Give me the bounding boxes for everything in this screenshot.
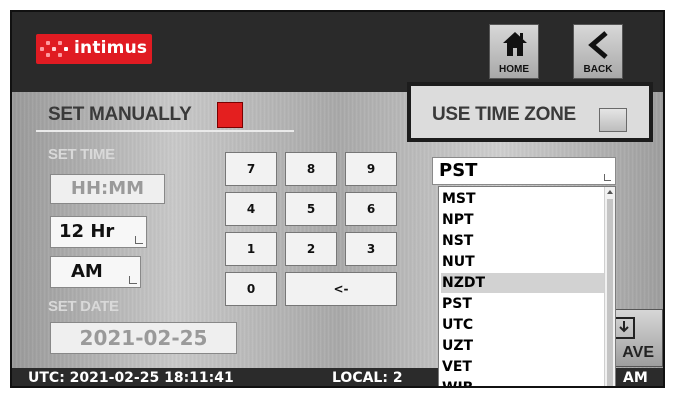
time-zone-option[interactable]: VET xyxy=(441,357,605,377)
keypad-key-9[interactable]: 9 xyxy=(345,152,397,186)
set-manually-checkbox[interactable] xyxy=(217,102,243,128)
keypad-key-6[interactable]: 6 xyxy=(345,192,397,226)
keypad-key-5[interactable]: 5 xyxy=(285,192,337,226)
scroll-up-icon[interactable] xyxy=(607,190,613,194)
logo-text: intimus xyxy=(74,38,148,58)
time-zone-option[interactable]: UZT xyxy=(441,336,605,356)
keypad-key-8[interactable]: 8 xyxy=(285,152,337,186)
set-time-label: SET TIME xyxy=(48,146,115,163)
dropdown-scrollbar[interactable] xyxy=(604,187,615,386)
intimus-logo: intimus xyxy=(36,34,152,64)
set-manually-label: SET MANUALLY xyxy=(48,104,192,125)
time-zone-dropdown-list[interactable]: MST NPT NST NUT NZDT PST UTC UZT VET WIB xyxy=(438,186,616,386)
use-time-zone-label: USE TIME ZONE xyxy=(432,104,576,125)
back-label: BACK xyxy=(583,64,613,75)
section-divider xyxy=(36,130,294,132)
keypad-key-1[interactable]: 1 xyxy=(225,232,277,266)
hour-format-value: 12 Hr xyxy=(59,221,115,242)
local-clock-suffix: AM xyxy=(623,370,648,386)
time-zone-option[interactable]: NST xyxy=(441,231,605,251)
keypad-backspace-key[interactable]: <- xyxy=(285,272,397,306)
app-window: intimus HOME BACK SET MANUALLY USE TIME … xyxy=(10,10,665,388)
date-input[interactable]: 2021-02-25 xyxy=(50,322,237,354)
keypad-key-3[interactable]: 3 xyxy=(345,232,397,266)
chevron-down-icon xyxy=(129,276,137,284)
header-bar: intimus HOME BACK xyxy=(12,12,663,92)
time-zone-option[interactable]: UTC xyxy=(441,315,605,335)
scroll-thumb[interactable] xyxy=(607,199,613,386)
meridiem-value: AM xyxy=(71,261,103,282)
time-zone-option[interactable]: MST xyxy=(441,189,605,209)
chevron-down-icon xyxy=(604,174,611,181)
keypad-key-4[interactable]: 4 xyxy=(225,192,277,226)
home-icon xyxy=(503,32,527,56)
time-zone-option[interactable]: NUT xyxy=(441,252,605,272)
local-clock-prefix: LOCAL: 2 xyxy=(332,370,403,386)
hour-format-select[interactable]: 12 Hr xyxy=(50,216,147,248)
set-date-label: SET DATE xyxy=(48,298,119,315)
home-label: HOME xyxy=(499,64,529,75)
time-zone-option[interactable]: NPT xyxy=(441,210,605,230)
time-input[interactable]: HH:MM xyxy=(50,174,165,204)
logo-dots-icon xyxy=(40,38,70,60)
back-button[interactable]: BACK xyxy=(573,24,623,79)
time-zone-option-highlighted[interactable]: NZDT xyxy=(441,273,605,293)
chevron-left-icon xyxy=(588,31,608,59)
time-zone-selected: PST xyxy=(439,160,478,181)
time-zone-select[interactable]: PST xyxy=(432,157,616,185)
save-label: AVE xyxy=(622,344,654,361)
home-button[interactable]: HOME xyxy=(489,24,539,79)
time-zone-option[interactable]: PST xyxy=(441,294,605,314)
chevron-down-icon xyxy=(135,236,143,244)
time-zone-option[interactable]: WIB xyxy=(441,378,605,386)
use-time-zone-checkbox[interactable] xyxy=(599,108,627,132)
utc-clock: UTC: 2021-02-25 18:11:41 xyxy=(28,370,234,386)
meridiem-select[interactable]: AM xyxy=(50,256,141,288)
keypad-key-7[interactable]: 7 xyxy=(225,152,277,186)
keypad-key-2[interactable]: 2 xyxy=(285,232,337,266)
keypad-key-0[interactable]: 0 xyxy=(225,272,277,306)
